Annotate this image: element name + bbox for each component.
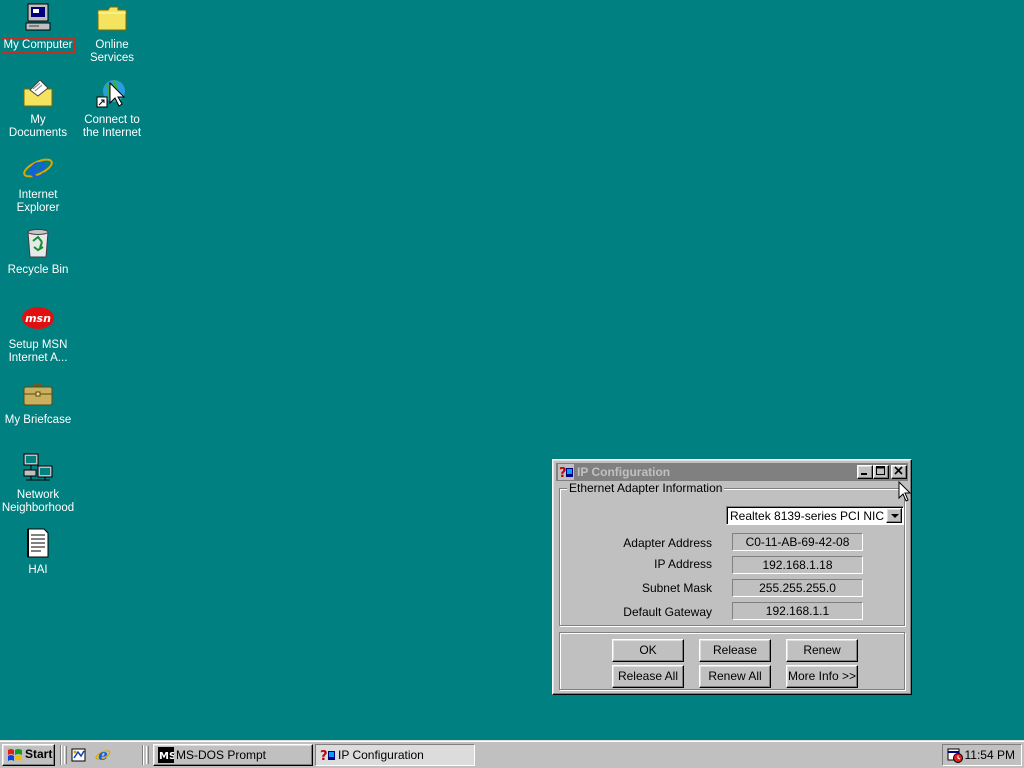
task-label: IP Configuration: [338, 748, 424, 762]
adapter-info-group: Ethernet Adapter Information Realtek 813…: [559, 481, 905, 626]
folder-icon: [96, 2, 128, 34]
system-tray: 11:54 PM: [942, 744, 1022, 766]
action-buttons-group: OK Release Renew Release All Renew All M…: [559, 632, 905, 690]
taskbar-separator: [142, 745, 144, 765]
adapter-address-value: C0-11-AB-69-42-08: [732, 533, 863, 551]
adapter-info-group-title: Ethernet Adapter Information: [567, 481, 725, 495]
ip-config-app-icon: ?: [558, 464, 574, 481]
task-ms-dos-prompt[interactable]: MS MS-DOS Prompt: [153, 744, 313, 766]
adapter-select[interactable]: Realtek 8139-series PCI NIC: [726, 506, 904, 525]
scheduler-icon[interactable]: [947, 747, 963, 763]
windows-logo-icon: [8, 749, 22, 761]
quick-launch-grip[interactable]: [64, 746, 67, 764]
taskbar-separator: [60, 745, 62, 765]
recycle-bin-icon: [22, 227, 54, 259]
desktop-icon-label: My Computer: [1, 38, 75, 53]
desktop-icon-network-neighborhood[interactable]: Network Neighborhood: [0, 452, 76, 515]
desktop-icon-label: HAI: [28, 564, 48, 576]
desktop-icon-label: Connect to the Internet: [82, 114, 142, 139]
desktop-icon-internet-explorer[interactable]: e Internet Explorer: [0, 151, 76, 215]
desktop-icon-label: My Documents: [8, 114, 68, 139]
ip-address-label: IP Address: [654, 557, 712, 571]
text-document-icon: [22, 527, 54, 559]
svg-text:msn: msn: [25, 312, 51, 325]
svg-text:e: e: [98, 747, 108, 763]
renew-all-button[interactable]: Renew All: [699, 665, 771, 688]
desktop-icon-recycle-bin[interactable]: Recycle Bin: [0, 227, 76, 277]
network-neighborhood-icon: [22, 452, 54, 484]
desktop-icon-setup-msn[interactable]: msn Setup MSN Internet A...: [0, 302, 76, 365]
desktop-icon-label: My Briefcase: [4, 414, 72, 426]
ip-address-value: 192.168.1.18: [732, 556, 863, 574]
internet-explorer-quicklaunch-icon[interactable]: e: [95, 747, 111, 763]
renew-button[interactable]: Renew: [786, 639, 858, 662]
desktop-icon-label: Internet Explorer: [16, 189, 60, 214]
briefcase-icon: [22, 377, 54, 409]
desktop-icon-my-computer[interactable]: My Computer: [0, 2, 76, 53]
desktop-icon-my-documents[interactable]: My Documents: [0, 77, 76, 140]
clock[interactable]: 11:54 PM: [965, 748, 1015, 762]
desktop-icon-label: Recycle Bin: [7, 264, 69, 276]
adapter-select-value: Realtek 8139-series PCI NIC: [730, 509, 885, 523]
ip-config-task-icon: ?: [320, 749, 335, 763]
window-title: IP Configuration: [577, 465, 671, 479]
maximize-icon: [876, 466, 885, 475]
my-computer-icon: [22, 2, 54, 34]
desktop-icon-connect-internet[interactable]: Connect to the Internet: [74, 77, 150, 140]
default-gateway-value: 192.168.1.1: [732, 602, 863, 620]
svg-text:?: ?: [320, 749, 328, 763]
release-button[interactable]: Release: [699, 639, 771, 662]
desktop-icon-hai[interactable]: HAI: [0, 527, 76, 577]
chevron-down-icon[interactable]: [886, 508, 902, 523]
subnet-mask-label: Subnet Mask: [641, 581, 712, 595]
ip-configuration-window[interactable]: ? IP Configuration Ethernet Adapter Info…: [552, 459, 912, 695]
close-icon: [894, 466, 903, 475]
adapter-address-label: Adapter Address: [623, 536, 712, 550]
task-list-grip[interactable]: [146, 746, 149, 764]
connect-internet-icon: [96, 77, 128, 109]
desktop-icon-label: Online Services: [89, 39, 135, 64]
documents-folder-icon: [22, 77, 54, 109]
start-button[interactable]: Start: [2, 744, 55, 766]
desktop-icon-online-services[interactable]: Online Services: [74, 2, 150, 65]
ms-dos-icon: MS: [158, 747, 174, 763]
subnet-mask-value: 255.255.255.0: [732, 579, 863, 597]
desktop-icon-my-briefcase[interactable]: My Briefcase: [0, 377, 76, 427]
task-label: MS-DOS Prompt: [176, 748, 267, 762]
close-button[interactable]: [891, 465, 907, 479]
window-titlebar[interactable]: ? IP Configuration: [556, 463, 908, 481]
task-ip-configuration[interactable]: ? IP Configuration: [315, 744, 475, 766]
msn-icon: msn: [22, 302, 54, 334]
maximize-button[interactable]: [873, 465, 889, 479]
show-desktop-icon[interactable]: [71, 747, 87, 763]
minimize-icon: [861, 473, 867, 475]
internet-explorer-icon: e: [22, 151, 54, 184]
default-gateway-label: Default Gateway: [623, 605, 712, 619]
desktop-icon-label: Network Neighborhood: [1, 489, 75, 514]
more-info-button[interactable]: More Info >>: [786, 665, 858, 688]
mouse-cursor-icon: [898, 481, 912, 502]
svg-text:?: ?: [559, 466, 567, 480]
svg-text:MS: MS: [159, 751, 174, 762]
ok-button[interactable]: OK: [612, 639, 684, 662]
release-all-button[interactable]: Release All: [612, 665, 684, 688]
minimize-button[interactable]: [857, 465, 873, 479]
desktop-icon-label: Setup MSN Internet A...: [8, 339, 68, 364]
svg-text:e: e: [29, 152, 47, 184]
taskbar: Start e MS MS-DOS Prompt ? IP Configurat…: [0, 740, 1024, 768]
start-label: Start: [25, 747, 53, 761]
